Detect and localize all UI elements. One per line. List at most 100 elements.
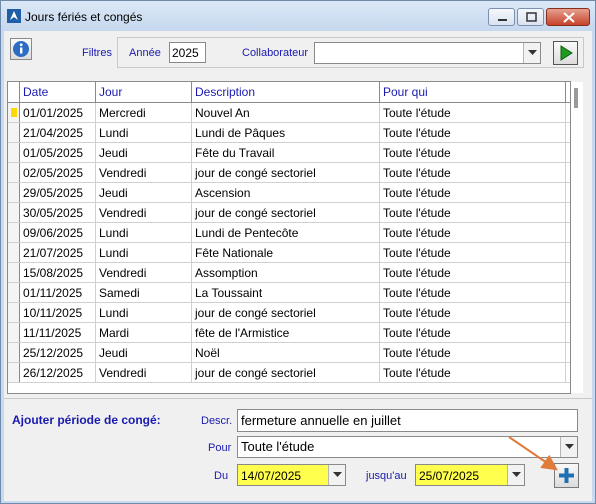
cell-jour[interactable]: Jeudi: [96, 343, 192, 362]
cell-pour-qui[interactable]: Toute l'étude: [380, 203, 566, 222]
cell-pour-qui[interactable]: Toute l'étude: [380, 243, 566, 262]
cell-jour[interactable]: Vendredi: [96, 363, 192, 382]
cell-pour-qui[interactable]: Toute l'étude: [380, 263, 566, 282]
cell-jour[interactable]: Mardi: [96, 323, 192, 342]
table-row[interactable]: 21/07/2025 Lundi Fête Nationale Toute l'étu…: [8, 243, 570, 263]
table-row[interactable]: 02/05/2025 Vendredi jour de congé sectorie…: [8, 163, 570, 183]
du-dropdown-button[interactable]: [328, 465, 345, 485]
info-button[interactable]: [10, 38, 32, 60]
collaborateur-select[interactable]: [314, 42, 541, 64]
row-indicator[interactable]: [8, 243, 20, 262]
column-header-pour-qui[interactable]: Pour qui: [380, 82, 566, 102]
cell-pour-qui[interactable]: Toute l'étude: [380, 143, 566, 162]
table-row[interactable]: 30/05/2025 Vendredi jour de congé sectorie…: [8, 203, 570, 223]
collaborateur-dropdown-button[interactable]: [523, 43, 540, 63]
cell-jour[interactable]: Vendredi: [96, 163, 192, 182]
cell-date[interactable]: 15/08/2025: [20, 263, 96, 282]
row-indicator[interactable]: [8, 103, 20, 122]
descr-input[interactable]: fermeture annuelle en juillet: [237, 409, 578, 432]
table-row[interactable]: 10/11/2025 Lundi jour de congé sectoriel To…: [8, 303, 570, 323]
cell-date[interactable]: 26/12/2025: [20, 363, 96, 382]
cell-description[interactable]: Lundi de Pâques: [192, 123, 380, 142]
table-row[interactable]: 26/12/2025 Vendredi jour de congé sectorie…: [8, 363, 570, 383]
cell-description[interactable]: Ascension: [192, 183, 380, 202]
holidays-table[interactable]: Date Jour Description Pour qui 01/01/202…: [7, 81, 571, 394]
cell-pour-qui[interactable]: Toute l'étude: [380, 223, 566, 242]
cell-jour[interactable]: Vendredi: [96, 203, 192, 222]
column-header-description[interactable]: Description: [192, 82, 380, 102]
row-indicator[interactable]: [8, 163, 20, 182]
cell-date[interactable]: 02/05/2025: [20, 163, 96, 182]
table-row[interactable]: 09/06/2025 Lundi Lundi de Pentecôte Toute l…: [8, 223, 570, 243]
jusquau-dropdown-button[interactable]: [507, 465, 524, 485]
add-period-button[interactable]: [554, 463, 579, 488]
vertical-scrollbar[interactable]: [571, 82, 583, 393]
cell-date[interactable]: 10/11/2025: [20, 303, 96, 322]
cell-date[interactable]: 25/12/2025: [20, 343, 96, 362]
cell-jour[interactable]: Lundi: [96, 123, 192, 142]
jusquau-date-picker[interactable]: 25/07/2025: [415, 464, 525, 486]
cell-description[interactable]: fête de l'Armistice: [192, 323, 380, 342]
cell-description[interactable]: La Toussaint: [192, 283, 380, 302]
title-bar[interactable]: Jours fériés et congés: [1, 1, 595, 31]
cell-description[interactable]: jour de congé sectoriel: [192, 163, 380, 182]
du-date-picker[interactable]: 14/07/2025: [237, 464, 346, 486]
cell-date[interactable]: 30/05/2025: [20, 203, 96, 222]
cell-pour-qui[interactable]: Toute l'étude: [380, 123, 566, 142]
cell-date[interactable]: 21/04/2025: [20, 123, 96, 142]
table-row[interactable]: 11/11/2025 Mardi fête de l'Armistice Toute …: [8, 323, 570, 343]
cell-pour-qui[interactable]: Toute l'étude: [380, 323, 566, 342]
cell-description[interactable]: Lundi de Pentecôte: [192, 223, 380, 242]
cell-jour[interactable]: Lundi: [96, 303, 192, 322]
cell-jour[interactable]: Lundi: [96, 223, 192, 242]
minimize-button[interactable]: [488, 8, 515, 26]
cell-pour-qui[interactable]: Toute l'étude: [380, 283, 566, 302]
apply-filter-button[interactable]: [553, 41, 578, 65]
cell-date[interactable]: 21/07/2025: [20, 243, 96, 262]
table-row[interactable]: 01/05/2025 Jeudi Fête du Travail Toute l'ét…: [8, 143, 570, 163]
cell-date[interactable]: 01/05/2025: [20, 143, 96, 162]
table-row[interactable]: 25/12/2025 Jeudi Noël Toute l'étude: [8, 343, 570, 363]
cell-date[interactable]: 29/05/2025: [20, 183, 96, 202]
row-indicator[interactable]: [8, 203, 20, 222]
cell-pour-qui[interactable]: Toute l'étude: [380, 343, 566, 362]
table-row[interactable]: 15/08/2025 Vendredi Assomption Toute l'étud…: [8, 263, 570, 283]
column-header-date[interactable]: Date: [20, 82, 96, 102]
row-indicator[interactable]: [8, 263, 20, 282]
row-indicator[interactable]: [8, 363, 20, 382]
cell-description[interactable]: jour de congé sectoriel: [192, 363, 380, 382]
column-header-jour[interactable]: Jour: [96, 82, 192, 102]
cell-description[interactable]: Fête Nationale: [192, 243, 380, 262]
table-row[interactable]: 29/05/2025 Jeudi Ascension Toute l'étude: [8, 183, 570, 203]
table-row[interactable]: 21/04/2025 Lundi Lundi de Pâques Toute l'ét…: [8, 123, 570, 143]
cell-date[interactable]: 01/01/2025: [20, 103, 96, 122]
cell-description[interactable]: Fête du Travail: [192, 143, 380, 162]
cell-description[interactable]: jour de congé sectoriel: [192, 303, 380, 322]
cell-pour-qui[interactable]: Toute l'étude: [380, 183, 566, 202]
cell-pour-qui[interactable]: Toute l'étude: [380, 103, 566, 122]
cell-pour-qui[interactable]: Toute l'étude: [380, 163, 566, 182]
cell-pour-qui[interactable]: Toute l'étude: [380, 303, 566, 322]
row-indicator[interactable]: [8, 323, 20, 342]
cell-jour[interactable]: Jeudi: [96, 183, 192, 202]
maximize-button[interactable]: [517, 8, 544, 26]
cell-jour[interactable]: Lundi: [96, 243, 192, 262]
row-indicator[interactable]: [8, 223, 20, 242]
scrollbar-thumb[interactable]: [574, 88, 578, 108]
table-row[interactable]: 01/01/2025 Mercredi Nouvel An Toute l'étude: [8, 103, 570, 123]
cell-date[interactable]: 11/11/2025: [20, 323, 96, 342]
pour-dropdown-button[interactable]: [560, 437, 577, 457]
cell-date[interactable]: 09/06/2025: [20, 223, 96, 242]
row-indicator[interactable]: [8, 303, 20, 322]
row-indicator[interactable]: [8, 123, 20, 142]
cell-jour[interactable]: Mercredi: [96, 103, 192, 122]
cell-description[interactable]: Nouvel An: [192, 103, 380, 122]
row-indicator[interactable]: [8, 343, 20, 362]
cell-description[interactable]: Assomption: [192, 263, 380, 282]
cell-pour-qui[interactable]: Toute l'étude: [380, 363, 566, 382]
cell-description[interactable]: Noël: [192, 343, 380, 362]
cell-jour[interactable]: Vendredi: [96, 263, 192, 282]
cell-description[interactable]: jour de congé sectoriel: [192, 203, 380, 222]
row-indicator[interactable]: [8, 183, 20, 202]
close-button[interactable]: [546, 8, 590, 26]
